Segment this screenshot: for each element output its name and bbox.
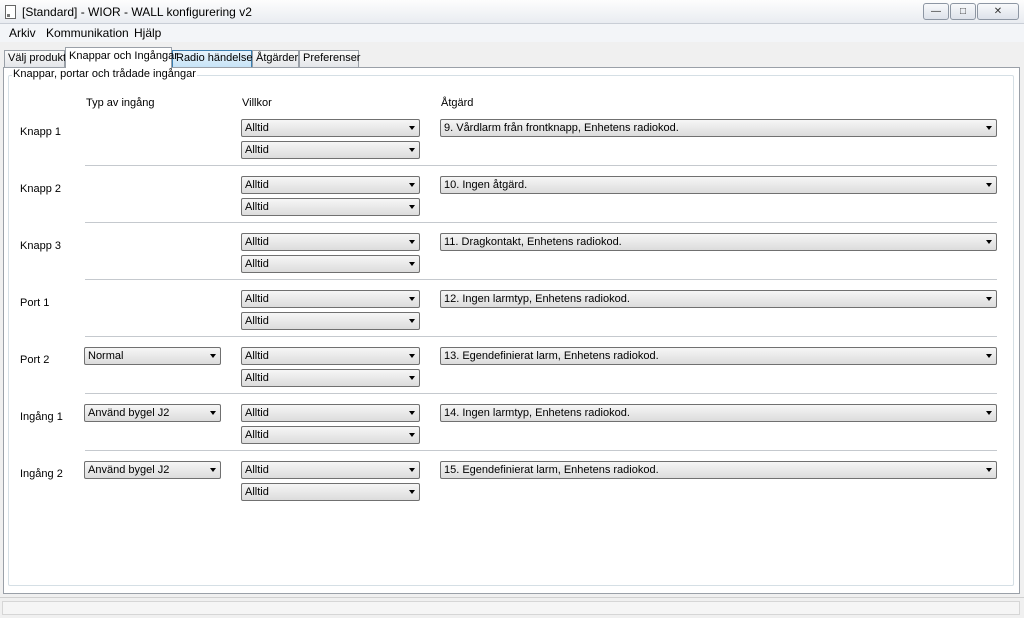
chevron-down-icon [409, 183, 415, 187]
chevron-down-icon [409, 319, 415, 323]
chevron-down-icon [986, 354, 992, 358]
menu-hjalp[interactable]: Hjälp [131, 25, 164, 41]
tab-preferenser[interactable]: Preferenser [299, 50, 360, 67]
chevron-down-icon [409, 376, 415, 380]
row-label: Ingång 2 [20, 468, 63, 480]
row-divider [85, 279, 997, 280]
chevron-down-icon [409, 240, 415, 244]
chevron-down-icon [409, 468, 415, 472]
status-panel [2, 601, 1020, 615]
row-divider [85, 165, 997, 166]
maximize-button[interactable]: □ [950, 3, 976, 20]
condition-select-1[interactable]: Alltid [241, 233, 420, 251]
row-label: Knapp 2 [20, 183, 61, 195]
chevron-down-icon [409, 262, 415, 266]
chevron-down-icon [986, 297, 992, 301]
app-icon [5, 5, 16, 19]
condition-select-2[interactable]: Alltid [241, 483, 420, 501]
window-controls: — □ ✕ [922, 3, 1019, 20]
row-label: Ingång 1 [20, 411, 63, 423]
group-box [8, 75, 1014, 586]
tab-atgarder[interactable]: Åtgärder [252, 50, 299, 67]
status-bar [0, 597, 1024, 618]
chevron-down-icon [409, 433, 415, 437]
menu-arkiv[interactable]: Arkiv [6, 25, 39, 41]
action-select[interactable]: 14. Ingen larmtyp, Enhetens radiokod. [440, 404, 997, 422]
chevron-down-icon [409, 126, 415, 130]
column-header-action: Åtgärd [441, 97, 474, 109]
row-label: Knapp 3 [20, 240, 61, 252]
chevron-down-icon [409, 148, 415, 152]
input-type-select[interactable]: Normal [84, 347, 221, 365]
action-select[interactable]: 12. Ingen larmtyp, Enhetens radiokod. [440, 290, 997, 308]
condition-select-2[interactable]: Alltid [241, 369, 420, 387]
condition-select-1[interactable]: Alltid [241, 461, 420, 479]
row-label: Port 1 [20, 297, 50, 309]
condition-select-2[interactable]: Alltid [241, 255, 420, 273]
chevron-down-icon [409, 490, 415, 494]
row-label: Port 2 [20, 354, 50, 366]
menu-kommunikation[interactable]: Kommunikation [43, 25, 132, 41]
tab-knappar-och-ingangar[interactable]: Knappar och Ingångar [65, 47, 178, 68]
condition-select-2[interactable]: Alltid [241, 198, 420, 216]
condition-select-1[interactable]: Alltid [241, 176, 420, 194]
action-select[interactable]: 13. Egendefinierat larm, Enhetens radiok… [440, 347, 997, 365]
group-title: Knappar, portar och trådade ingångar [12, 68, 197, 80]
chevron-down-icon [409, 411, 415, 415]
tab-valj-produkt[interactable]: Välj produkt [4, 50, 66, 67]
condition-select-1[interactable]: Alltid [241, 404, 420, 422]
chevron-down-icon [986, 183, 992, 187]
action-select[interactable]: 10. Ingen åtgärd. [440, 176, 997, 194]
close-button[interactable]: ✕ [977, 3, 1019, 20]
chevron-down-icon [210, 468, 216, 472]
chevron-down-icon [986, 411, 992, 415]
menu-bar: Arkiv Kommunikation Hjälp [0, 24, 1024, 42]
input-type-select[interactable]: Använd bygel J2 [84, 404, 221, 422]
condition-select-1[interactable]: Alltid [241, 347, 420, 365]
action-select[interactable]: 9. Vårdlarm från frontknapp, Enhetens ra… [440, 119, 997, 137]
title-bar: [Standard] - WIOR - WALL konfigurering v… [0, 0, 1024, 24]
chevron-down-icon [210, 354, 216, 358]
chevron-down-icon [986, 468, 992, 472]
tab-radio-handelser[interactable]: Radio händelser [172, 50, 256, 67]
chevron-down-icon [210, 411, 216, 415]
column-header-type: Typ av ingång [86, 97, 155, 109]
condition-select-2[interactable]: Alltid [241, 312, 420, 330]
condition-select-1[interactable]: Alltid [241, 119, 420, 137]
action-select[interactable]: 15. Egendefinierat larm, Enhetens radiok… [440, 461, 997, 479]
window-title: [Standard] - WIOR - WALL konfigurering v… [22, 5, 252, 19]
action-select[interactable]: 11. Dragkontakt, Enhetens radiokod. [440, 233, 997, 251]
condition-select-2[interactable]: Alltid [241, 141, 420, 159]
condition-select-2[interactable]: Alltid [241, 426, 420, 444]
minimize-button[interactable]: — [923, 3, 949, 20]
chevron-down-icon [409, 354, 415, 358]
row-divider [85, 222, 997, 223]
row-label: Knapp 1 [20, 126, 61, 138]
chevron-down-icon [986, 126, 992, 130]
input-type-select[interactable]: Använd bygel J2 [84, 461, 221, 479]
chevron-down-icon [409, 205, 415, 209]
column-header-condition: Villkor [242, 97, 272, 109]
row-divider [85, 336, 997, 337]
chevron-down-icon [409, 297, 415, 301]
condition-select-1[interactable]: Alltid [241, 290, 420, 308]
chevron-down-icon [986, 240, 992, 244]
row-divider [85, 393, 997, 394]
row-divider [85, 450, 997, 451]
